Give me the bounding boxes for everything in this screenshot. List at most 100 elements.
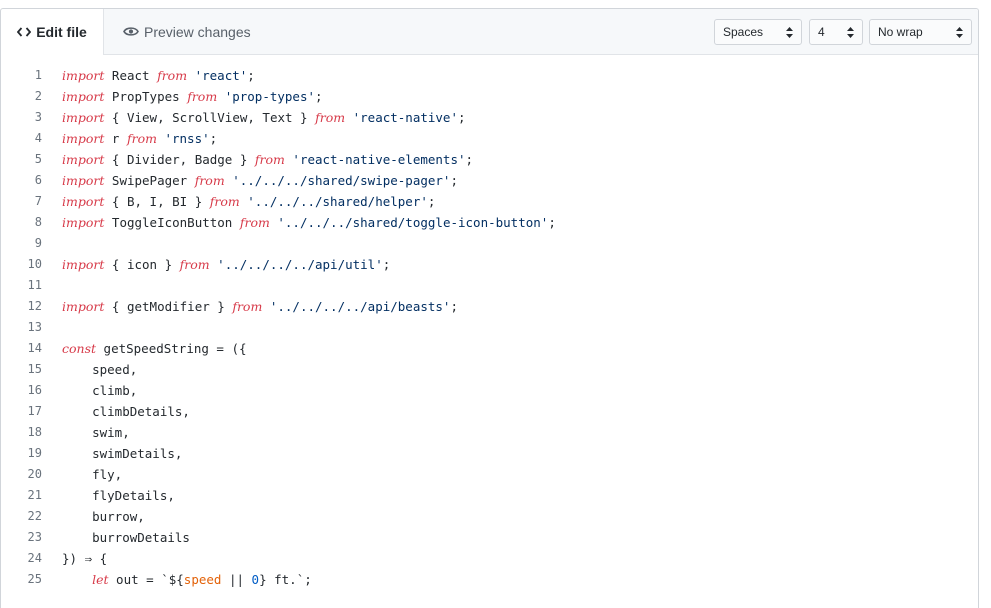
keyword-token: import <box>62 152 105 167</box>
code-token: burrow, <box>62 509 145 524</box>
keyword-token: import <box>62 131 105 146</box>
line-content: swimDetails, <box>62 443 182 464</box>
line-number: 8 <box>34 215 42 229</box>
keyword-token: from <box>179 257 210 272</box>
code-token: ; <box>548 215 556 230</box>
file-editor: Edit file Preview changes Spaces 4 No wr… <box>0 8 979 608</box>
wrap-mode-select[interactable]: No wrap <box>869 19 972 45</box>
code-line: 12 import { getModifier } from '../../../… <box>1 296 978 317</box>
keyword-token: import <box>62 173 105 188</box>
line-content: flyDetails, <box>62 485 175 506</box>
line-number: 20 <box>27 467 42 481</box>
line-number: 24 <box>27 551 42 565</box>
string-token: '../../../shared/toggle-icon-button' <box>277 215 549 230</box>
code-line: 16 climb, <box>1 380 978 401</box>
keyword-token: from <box>126 131 157 146</box>
code-token: { Divider, Badge } <box>104 152 255 167</box>
code-token: { icon } <box>104 257 180 272</box>
line-content: climb, <box>62 380 137 401</box>
code-token: ; <box>315 89 323 104</box>
code-token: SwipePager <box>104 173 195 188</box>
select-arrows-icon <box>847 27 854 38</box>
string-token: '../../../../api/beasts' <box>269 299 451 314</box>
line-number: 18 <box>27 425 42 439</box>
editor-toolbar: Edit file Preview changes Spaces 4 No wr… <box>1 9 978 55</box>
line-number: 9 <box>34 236 42 250</box>
code-line: 19 swimDetails, <box>1 443 978 464</box>
code-line: 11 <box>1 275 978 296</box>
code-line: 21 flyDetails, <box>1 485 978 506</box>
keyword-token: import <box>62 68 105 83</box>
code-token: ; <box>450 173 458 188</box>
code-line: 24}) ⇒ { <box>1 548 978 569</box>
keyword-token: import <box>62 257 105 272</box>
line-number: 6 <box>34 173 42 187</box>
code-token: || <box>221 572 252 587</box>
tab-edit-file[interactable]: Edit file <box>1 9 104 55</box>
line-number: 5 <box>34 152 42 166</box>
code-line: 4 import r from 'rnss'; <box>1 128 978 149</box>
code-icon <box>17 27 32 37</box>
line-content: import ToggleIconButton from '../../../s… <box>62 212 556 233</box>
code-token: PropTypes <box>104 89 188 104</box>
code-token: climb, <box>62 383 138 398</box>
code-token: swimDetails, <box>62 446 183 461</box>
line-content: burrowDetails <box>62 527 190 548</box>
line-number: 3 <box>34 110 42 124</box>
code-token: ; <box>465 152 474 167</box>
line-content: burrow, <box>62 506 145 527</box>
code-token: flyDetails, <box>62 488 175 503</box>
line-number: 25 <box>27 572 42 586</box>
code-token: ; <box>382 257 391 272</box>
line-content: import r from 'rnss'; <box>62 128 217 149</box>
indent-mode-value: Spaces <box>723 25 764 39</box>
eye-icon <box>123 26 139 37</box>
keyword-token: from <box>209 194 240 209</box>
line-content: import React from 'react'; <box>62 65 255 86</box>
line-number: 23 <box>27 530 42 544</box>
code-line: 1 import React from 'react'; <box>1 65 978 86</box>
code-token: { View, ScrollView, Text } <box>104 110 316 125</box>
string-token: '../../../../api/util' <box>217 257 383 272</box>
line-content: const getSpeedString = ({ <box>62 338 247 359</box>
keyword-token: let <box>92 572 109 587</box>
line-number: 11 <box>27 278 42 292</box>
string-token: '../../../shared/swipe-pager' <box>232 173 451 188</box>
code-token: burrowDetails <box>62 530 190 545</box>
keyword-token: from <box>194 173 225 188</box>
line-content: fly, <box>62 464 122 485</box>
line-number: 19 <box>27 446 42 460</box>
line-content: import { icon } from '../../../../api/ut… <box>62 254 390 275</box>
indent-mode-select[interactable]: Spaces <box>714 19 802 45</box>
keyword-token: from <box>254 152 285 167</box>
line-number: 15 <box>27 362 42 376</box>
keyword-token: import <box>62 194 105 209</box>
select-arrows-icon <box>956 27 963 38</box>
code-token: out = `${ <box>108 572 184 587</box>
code-line: 3 import { View, ScrollView, Text } from … <box>1 107 978 128</box>
code-token: ; <box>427 194 436 209</box>
code-token: React <box>104 68 158 83</box>
tab-preview-changes-label: Preview changes <box>144 23 251 40</box>
code-line: 15 speed, <box>1 359 978 380</box>
code-token: fly, <box>62 467 123 482</box>
indent-size-select[interactable]: 4 <box>809 19 863 45</box>
line-number: 4 <box>34 131 42 145</box>
line-number: 10 <box>27 257 42 271</box>
keyword-token: from <box>157 68 188 83</box>
line-content: speed, <box>62 359 137 380</box>
string-token: 'prop-types' <box>224 89 316 104</box>
string-token: 'react-native' <box>352 110 458 125</box>
tab-preview-changes[interactable]: Preview changes <box>123 9 251 54</box>
line-content: import { View, ScrollView, Text } from '… <box>62 107 466 128</box>
line-content: import SwipePager from '../../../shared/… <box>62 170 458 191</box>
code-token: { B, I, BI } <box>104 194 210 209</box>
line-number: 21 <box>27 488 42 502</box>
code-token: ToggleIconButton <box>104 215 240 230</box>
code-line: 23 burrowDetails <box>1 527 978 548</box>
code-token: ; <box>450 299 458 314</box>
code-line: 13 <box>1 317 978 338</box>
line-content: import PropTypes from 'prop-types'; <box>62 86 323 107</box>
